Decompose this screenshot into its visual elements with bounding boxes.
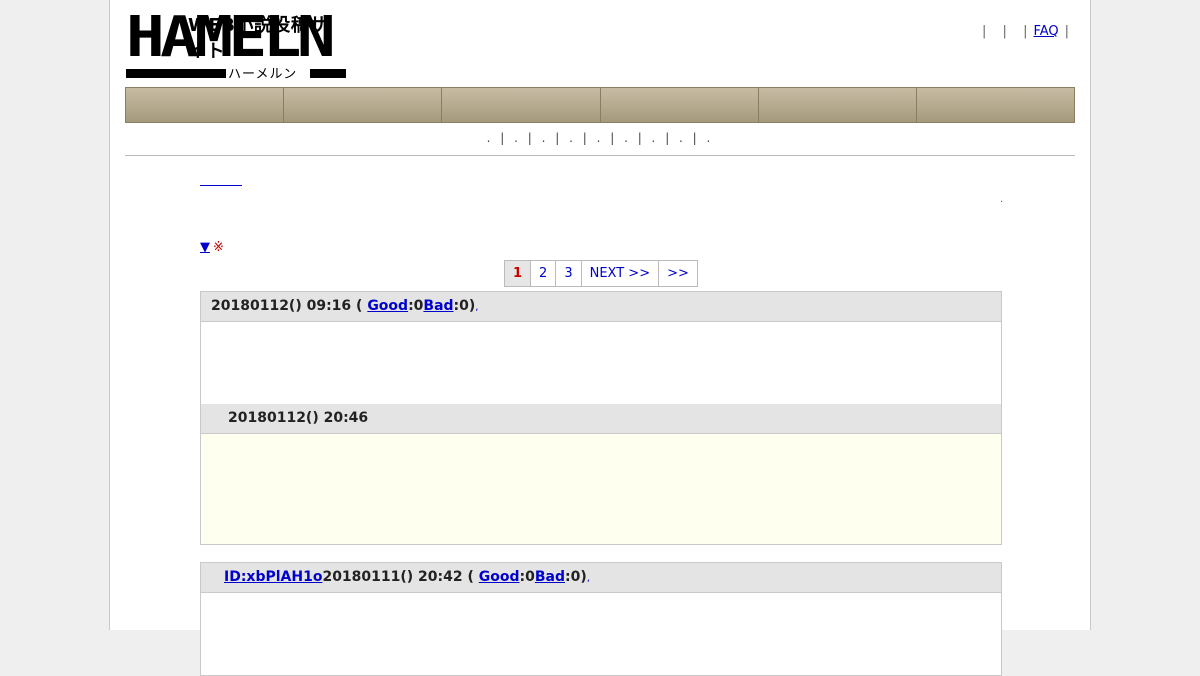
bad-link[interactable]: Bad (423, 298, 453, 314)
tick-mark[interactable]: , (475, 302, 478, 313)
header-divider (125, 155, 1075, 156)
review-datetime: 20180111() 20:42 ( (322, 569, 474, 585)
bad-count: :0) (453, 298, 476, 314)
triangle-down-icon[interactable]: ▼ (200, 240, 210, 255)
page-3-button[interactable]: 3 (556, 261, 582, 286)
novel-title-link[interactable] (200, 171, 242, 186)
reply-header: 20180112() 20:46 (201, 404, 1001, 434)
reply-datetime: 20180112() 20:46 (228, 410, 369, 426)
reviewer-id-link[interactable]: ID:xbPlAH1o (224, 569, 322, 585)
next-page-button[interactable]: NEXT >> (582, 261, 660, 286)
page-2-button[interactable]: 2 (531, 261, 557, 286)
review-body (201, 322, 1001, 404)
review-header: 20180112() 09:16 ( Good:0Bad:0), (201, 292, 1001, 322)
separator: | (982, 24, 987, 39)
good-link[interactable]: Good (367, 298, 408, 314)
nav-item-3[interactable] (442, 88, 601, 122)
faq-link[interactable]: FAQ (1033, 24, 1058, 39)
info-dot: . (1000, 194, 1004, 205)
logo-bar-left (126, 69, 226, 78)
logo-bar-right (310, 69, 346, 78)
page-container: HAMELN WEB小説投稿サイト ハーメルン | | | FAQ | . | . … (109, 0, 1091, 676)
nav-item-5[interactable] (758, 88, 917, 122)
sub-nav[interactable]: . | . | . | . | . | . | . | . | . (125, 131, 1075, 145)
logo-tagline: WEB小説投稿サイト (188, 15, 328, 62)
header-links: | | | FAQ | (976, 24, 1075, 39)
nav-item-1[interactable] (126, 88, 285, 122)
separator: | (1064, 24, 1070, 39)
bad-count: :0) (565, 569, 587, 585)
nav-item-4[interactable] (600, 88, 759, 122)
separator: | (1023, 24, 1028, 39)
site-logo[interactable]: HAMELN WEB小説投稿サイト ハーメルン (126, 10, 346, 82)
good-link[interactable]: Good (479, 569, 520, 585)
review-header: ID:xbPlAH1o20180111() 20:42 ( Good:0Bad:… (201, 563, 1001, 593)
good-count: :0 (408, 298, 424, 314)
nav-item-2[interactable] (284, 88, 443, 122)
nav-item-6[interactable] (916, 88, 1075, 122)
bad-link[interactable]: Bad (535, 569, 565, 585)
review-body (201, 593, 1001, 675)
logo-kana: ハーメルン (228, 67, 298, 82)
reply-body (201, 434, 1001, 544)
pagination: 1 2 3 NEXT >> >> (504, 260, 698, 287)
review-marker: ▼ ※ (200, 240, 224, 255)
page-1-button[interactable]: 1 (505, 261, 532, 286)
separator: | (1002, 24, 1007, 39)
tick-mark[interactable]: , (587, 573, 590, 584)
good-count: :0 (519, 569, 535, 585)
review-card: ID:xbPlAH1o20180111() 20:42 ( Good:0Bad:… (200, 562, 1002, 676)
review-card: 20180112() 09:16 ( Good:0Bad:0), 2018011… (200, 291, 1002, 545)
main-nav (125, 87, 1075, 123)
kome-mark-icon: ※ (213, 240, 224, 255)
review-datetime: 20180112() 09:16 ( (211, 298, 363, 314)
last-page-button[interactable]: >> (659, 261, 697, 286)
